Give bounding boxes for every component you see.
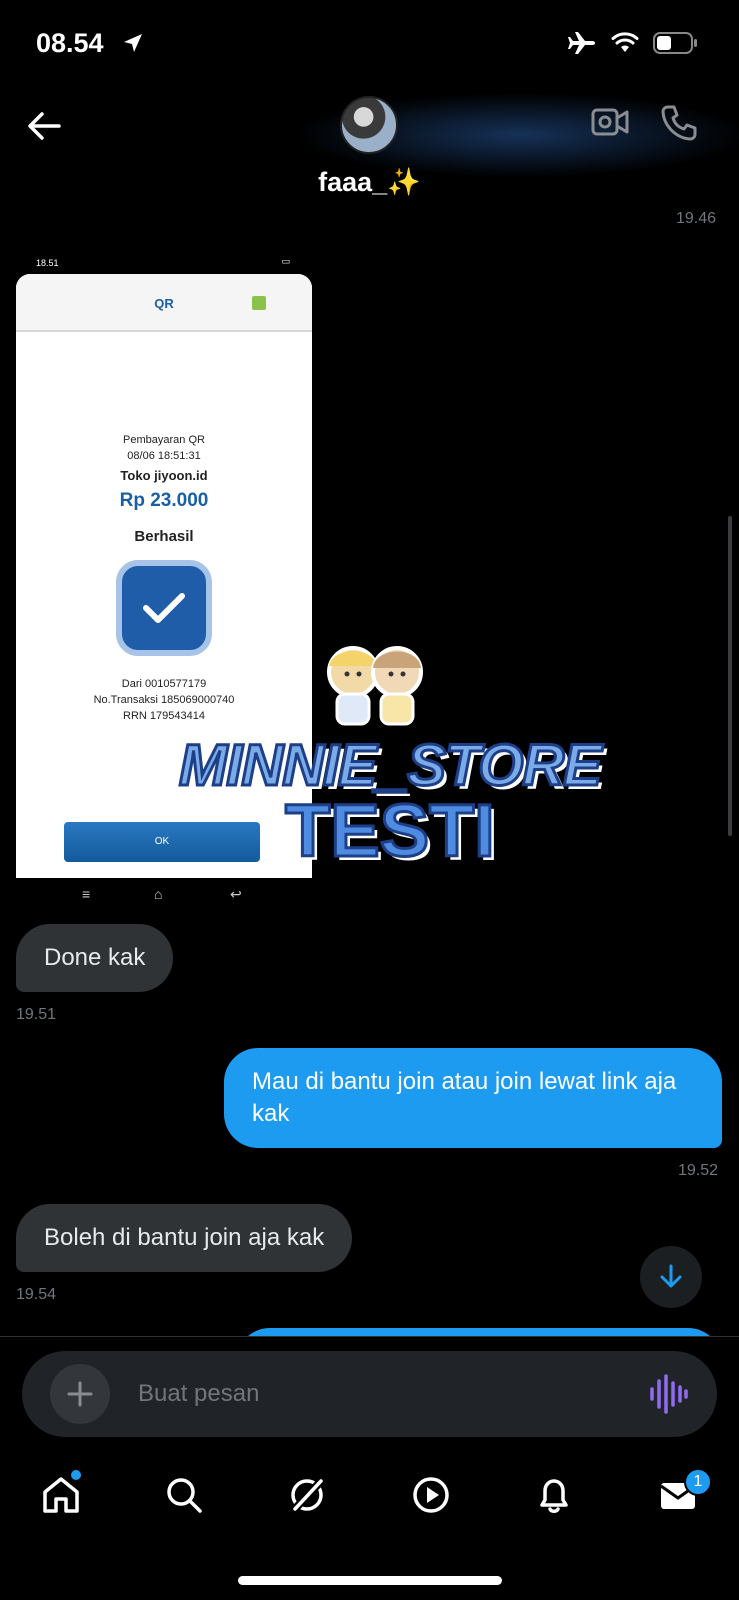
- arrow-down-icon: [660, 1264, 682, 1288]
- search-icon: [167, 1478, 202, 1513]
- message-bubble-incoming[interactable]: Boleh di bantu join aja kak: [16, 1204, 353, 1272]
- cartoon-characters-icon: [327, 646, 423, 726]
- nav-grok[interactable]: [282, 1470, 332, 1520]
- message-timestamp: 19.52: [678, 1162, 719, 1179]
- status-bar: 08.54: [0, 0, 739, 90]
- watermark-testi: TESTI: [284, 788, 497, 874]
- screenshot-app-bar: QR: [16, 274, 312, 332]
- payment-amount: Rp 23.000: [119, 490, 209, 511]
- messages-badge: 1: [684, 1468, 712, 1496]
- grok-icon: [290, 1476, 326, 1514]
- airplane-icon: [568, 32, 595, 54]
- chat-header: faaa_✨: [0, 90, 739, 218]
- green-square-icon: [252, 296, 266, 310]
- video-call-button[interactable]: [590, 104, 634, 148]
- payment-status: Berhasil: [134, 528, 194, 545]
- back-return-icon: ↩: [230, 886, 242, 902]
- screenshot-title: QR: [154, 296, 174, 311]
- menu-icon: ≡: [82, 886, 91, 902]
- contact-name[interactable]: faaa_✨: [0, 166, 739, 198]
- add-media-button[interactable]: [50, 1364, 110, 1424]
- play-circle-icon: [413, 1477, 449, 1513]
- back-button[interactable]: [22, 104, 66, 148]
- screenshot-android-nav: ≡ ⌂ ↩: [16, 878, 312, 910]
- composer-area: [0, 1336, 739, 1456]
- payment-label: Pembayaran QR: [123, 434, 205, 446]
- voice-message-button[interactable]: [648, 1373, 688, 1415]
- nav-notifications[interactable]: [529, 1470, 579, 1520]
- avatar[interactable]: [340, 96, 398, 154]
- payment-datetime: 08/06 18:51:31: [127, 450, 201, 462]
- watermark-sticker: MINNIE_STORE TESTI: [150, 640, 630, 874]
- voice-waveform-icon: [650, 1374, 688, 1414]
- scrollbar[interactable]: [728, 516, 732, 836]
- nav-search[interactable]: [159, 1470, 209, 1520]
- merchant-name: Toko jiyoon.id: [120, 468, 208, 483]
- wifi-icon: [611, 32, 639, 52]
- message-timestamp: 19.54: [16, 1286, 57, 1303]
- home-notification-dot: [71, 1470, 81, 1480]
- status-time: 08.54: [36, 28, 104, 58]
- arrow-left-icon: [28, 112, 61, 140]
- message-bubble-outgoing[interactable]: Mau di bantu join atau join lewat link a…: [224, 1048, 722, 1148]
- screenshot-status-time: 18.51: [36, 258, 59, 268]
- status-icons: [567, 30, 699, 56]
- home-indicator: [238, 1576, 502, 1585]
- video-camera-icon: [591, 108, 629, 136]
- message-composer: [22, 1351, 717, 1437]
- plus-icon: [67, 1381, 93, 1407]
- message-timestamp: 19.46: [676, 210, 717, 227]
- message-bubble-incoming[interactable]: Done kak: [16, 924, 174, 992]
- voice-call-button[interactable]: [660, 104, 704, 148]
- home-icon: [43, 1477, 79, 1513]
- home-outline-icon: ⌂: [154, 886, 163, 902]
- location-arrow-icon: [124, 34, 142, 52]
- screenshot-battery-icon: ▭: [281, 256, 290, 266]
- message-input[interactable]: [138, 1371, 618, 1417]
- phone-icon: [661, 105, 697, 141]
- scroll-to-bottom-button[interactable]: [640, 1246, 702, 1308]
- battery-icon: [653, 32, 697, 54]
- message-timestamp: 19.51: [16, 1006, 57, 1023]
- screenshot-status-bar: 18.51 ▭: [16, 250, 312, 274]
- bell-icon: [540, 1479, 568, 1513]
- nav-video[interactable]: [406, 1470, 456, 1520]
